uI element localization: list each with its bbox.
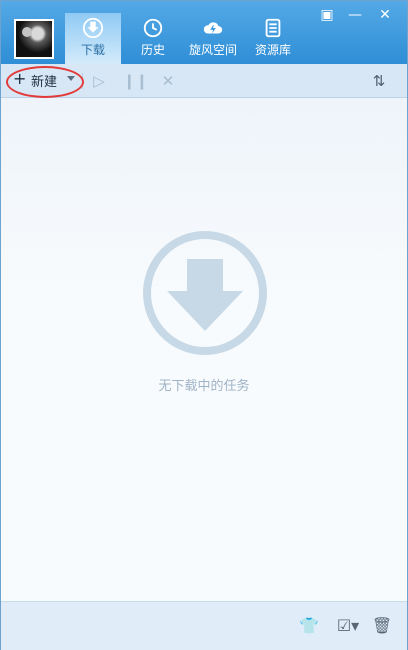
tab-download[interactable]: 下载: [65, 13, 121, 64]
trash-icon: 🗑: [371, 616, 393, 635]
pause-icon: ❙❙: [123, 72, 149, 90]
minimize-button[interactable]: —: [343, 5, 367, 25]
cloud-icon: [203, 22, 223, 34]
tab-cloud-space-label: 旋风空间: [188, 43, 237, 57]
download-icon: [82, 17, 104, 39]
sort-button[interactable]: ⇅: [369, 71, 389, 91]
close-icon: ✕: [379, 7, 391, 23]
shirt-icon: 👕: [299, 616, 319, 635]
tab-history[interactable]: 历史: [125, 13, 181, 64]
tab-history-label: 历史: [140, 43, 165, 57]
pin-button[interactable]: ▣: [315, 5, 339, 25]
user-avatar[interactable]: [14, 19, 54, 59]
play-icon: ▷: [93, 72, 105, 90]
close-icon: ✕: [161, 72, 175, 90]
tab-download-label: 下载: [80, 43, 105, 57]
start-button[interactable]: ▷: [89, 71, 109, 91]
highlight-annotation: [6, 66, 84, 98]
tab-cloud-space[interactable]: 旋风空间: [185, 13, 241, 64]
delete-task-button[interactable]: ✕: [158, 71, 178, 91]
pause-button[interactable]: ❙❙: [123, 71, 148, 91]
close-button[interactable]: ✕: [373, 5, 397, 25]
footer-bar: 👕 ☑▾ 🗑: [1, 601, 407, 650]
empty-state-text: 无下载中的任务: [158, 379, 250, 394]
app-window: 下载 历史 旋风空间 资源库 ▣ — ✕ + 新建 ▷ ❙❙ ✕ ⇅ 无下载中的…: [0, 0, 408, 650]
header-bar: 下载 历史 旋风空间 资源库 ▣ — ✕: [1, 1, 407, 64]
checkbox-icon: ☑▾: [336, 616, 360, 635]
tab-resource-library[interactable]: 资源库: [245, 13, 301, 64]
sort-icon: ⇅: [372, 72, 386, 90]
minimize-icon: —: [348, 7, 362, 23]
trash-button[interactable]: 🗑: [371, 615, 393, 637]
clock-icon: [143, 18, 163, 38]
pin-icon: ▣: [320, 7, 334, 23]
tab-resource-library-label: 资源库: [254, 43, 291, 57]
library-icon: [265, 18, 281, 38]
skin-button[interactable]: 👕: [298, 615, 320, 637]
empty-download-icon: [143, 231, 267, 355]
batch-select-button[interactable]: ☑▾: [334, 615, 362, 637]
